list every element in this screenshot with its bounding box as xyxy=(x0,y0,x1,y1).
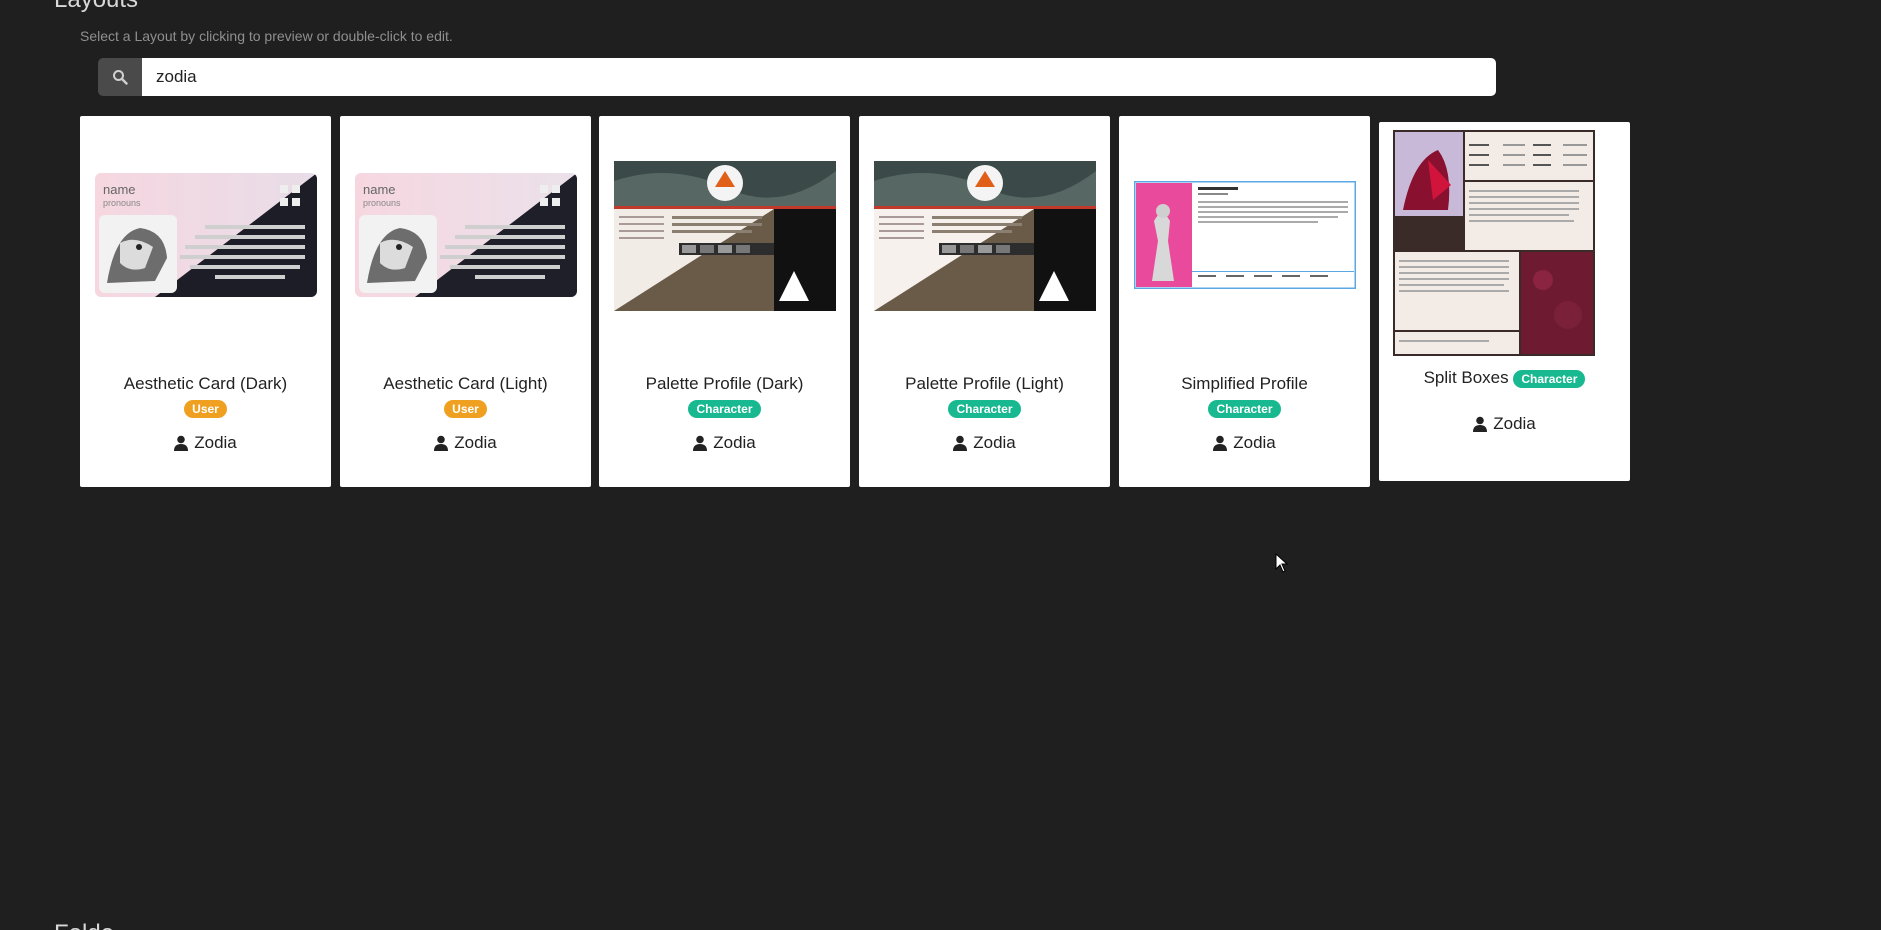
author-name: Zodia xyxy=(194,433,237,452)
thumb-name-text: name xyxy=(363,182,396,197)
author-name: Zodia xyxy=(1233,433,1276,452)
user-icon xyxy=(434,435,449,451)
card-author[interactable]: Zodia xyxy=(1379,414,1630,434)
author-name: Zodia xyxy=(713,433,756,452)
layouts-page: Layouts Select a Layout by clicking to p… xyxy=(0,0,1881,930)
card-title: Palette Profile (Light) xyxy=(905,374,1064,393)
layout-preview-image: name pronouns xyxy=(355,173,577,297)
user-icon xyxy=(174,435,189,451)
layout-card-split-boxes[interactable]: Split Boxes Character Zodia xyxy=(1379,122,1630,481)
card-author[interactable]: Zodia xyxy=(859,433,1110,453)
layout-card-palette-light[interactable]: Palette Profile (Light) Character Zodia xyxy=(859,116,1110,487)
thumb-pronouns-text: pronouns xyxy=(103,198,141,208)
card-author[interactable]: Zodia xyxy=(1119,433,1370,453)
search-input[interactable] xyxy=(142,58,1496,96)
layout-preview-image xyxy=(614,161,836,311)
layout-card-simplified-profile[interactable]: Simplified Profile Character Zodia xyxy=(1119,116,1370,487)
card-title: Aesthetic Card (Dark) xyxy=(123,374,288,393)
badge-character: Character xyxy=(948,400,1021,418)
section-title: Layouts xyxy=(54,0,138,14)
user-icon xyxy=(953,435,968,451)
badge-character: Character xyxy=(1208,400,1281,418)
search-bar xyxy=(98,58,1496,96)
layout-card-aesthetic-light[interactable]: name pronouns Aesthetic Card (Light) Use… xyxy=(340,116,591,487)
thumb-pronouns-text: pronouns xyxy=(363,198,401,208)
badge-user: User xyxy=(444,400,487,418)
user-icon xyxy=(693,435,708,451)
layout-card-palette-dark[interactable]: Palette Profile (Dark) Character Zodia xyxy=(599,116,850,487)
user-icon xyxy=(1213,435,1228,451)
layout-preview-image xyxy=(874,161,1096,311)
layout-preview-image xyxy=(1134,181,1356,289)
badge-character: Character xyxy=(688,400,761,418)
badge-character: Character xyxy=(1513,370,1586,388)
author-name: Zodia xyxy=(454,433,497,452)
layout-preview-image: name pronouns xyxy=(95,173,317,297)
card-title: Aesthetic Card (Light) xyxy=(383,374,548,393)
card-author[interactable]: Zodia xyxy=(599,433,850,453)
card-title: Simplified Profile xyxy=(1181,374,1308,393)
layout-card-aesthetic-dark[interactable]: name pronouns Aesthetic Card (Dark) User xyxy=(80,116,331,487)
user-icon xyxy=(1473,416,1488,432)
thumb-name-text: name xyxy=(103,182,136,197)
section-subtitle: Select a Layout by clicking to preview o… xyxy=(80,28,453,44)
card-title: Palette Profile (Dark) xyxy=(645,374,804,393)
card-author[interactable]: Zodia xyxy=(80,433,331,453)
author-name: Zodia xyxy=(973,433,1016,452)
card-title-row: Split Boxes Character xyxy=(1379,368,1630,388)
card-title: Split Boxes xyxy=(1423,368,1509,387)
search-icon[interactable] xyxy=(98,58,142,96)
card-author[interactable]: Zodia xyxy=(340,433,591,453)
badge-user: User xyxy=(184,400,227,418)
layout-preview-image xyxy=(1393,130,1595,356)
author-name: Zodia xyxy=(1493,414,1536,433)
section-title-folders: Folders xyxy=(54,922,114,930)
mouse-cursor-icon xyxy=(1275,552,1289,578)
footer-title-text: Folders xyxy=(54,922,114,930)
